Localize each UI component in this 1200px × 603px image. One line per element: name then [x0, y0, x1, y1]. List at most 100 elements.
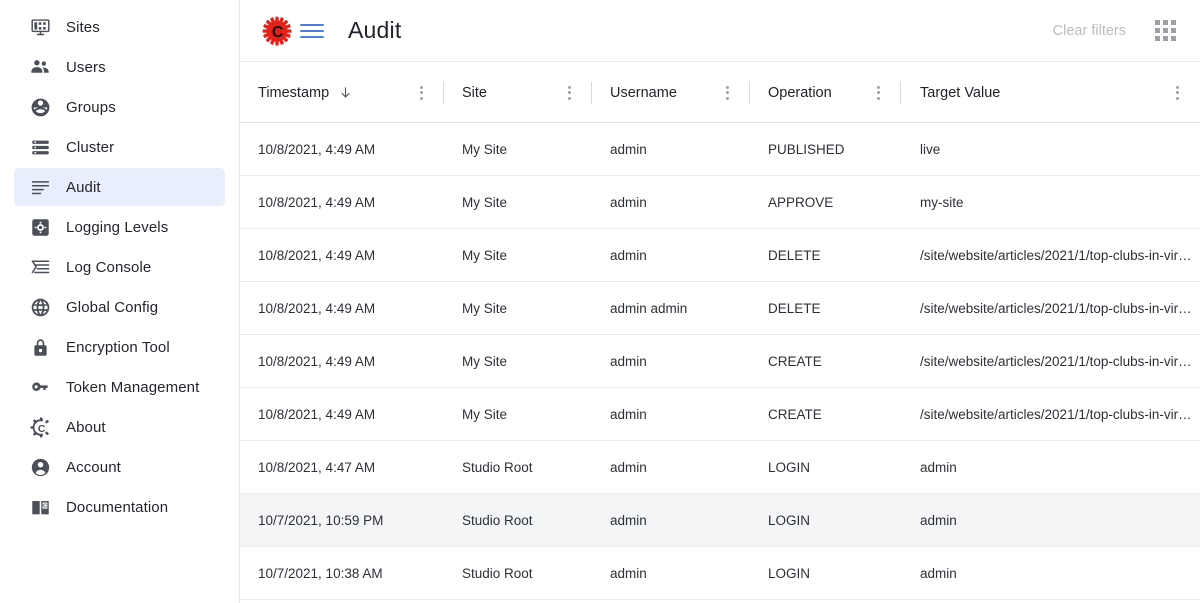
sidebar-item-sites[interactable]: Sites [14, 8, 225, 46]
column-menu-icon[interactable] [1173, 82, 1182, 104]
table-row[interactable]: 10/8/2021, 4:49 AM My Site admin PUBLISHED l… [240, 123, 1200, 176]
cell-username: admin [610, 566, 647, 581]
column-menu-icon[interactable] [874, 82, 883, 104]
sidebar-item-audit[interactable]: Audit [14, 168, 225, 206]
column-header-label[interactable]: Timestamp [258, 85, 329, 101]
sidebar-item-label: Groups [66, 98, 116, 116]
audit-table: Timestamp Site Username Operation Target Val… [240, 62, 1200, 603]
sidebar-item-groups[interactable]: Groups [14, 88, 225, 126]
sidebar-item-token-management[interactable]: Token Management [14, 368, 225, 406]
cell-timestamp: 10/8/2021, 4:47 AM [258, 460, 376, 475]
table-row[interactable]: 10/7/2021, 10:59 PM Studio Root admin LOGIN… [240, 494, 1200, 547]
arrow-down-icon[interactable] [338, 85, 353, 100]
sidebar-item-label: Global Config [66, 298, 159, 316]
cell-site: Studio Root [462, 460, 533, 475]
cell-site: My Site [462, 354, 508, 369]
clear-filters-button[interactable]: Clear filters [1045, 17, 1134, 45]
documentation-icon: C [28, 495, 52, 519]
table-row[interactable]: 10/8/2021, 4:49 AM My Site admin APPROVE my-… [240, 176, 1200, 229]
column-header-operation[interactable]: Operation [750, 62, 901, 123]
column-header-site[interactable]: Site [444, 62, 592, 123]
cell-operation: LOGIN [768, 566, 811, 581]
cell-target-value: /site/website/articles/2021/1/top-clubs-… [920, 354, 1192, 369]
sidebar-item-log-console[interactable]: Log Console [14, 248, 225, 286]
main-content: C Audit Clear filters Timestamp Site Usern… [240, 0, 1200, 603]
sidebar-item-encryption-tool[interactable]: Encryption Tool [14, 328, 225, 366]
log-console-icon [28, 255, 52, 279]
sidebar: Sites Users Groups Cluster Audit Logging Leve… [0, 0, 240, 603]
sidebar-item-users[interactable]: Users [14, 48, 225, 86]
crafter-gear-c-logo-icon[interactable]: C [262, 16, 292, 46]
sidebar-item-about[interactable]: C About [14, 408, 225, 446]
cell-target-value: my-site [920, 195, 964, 210]
sidebar-item-label: Users [66, 58, 106, 76]
cell-site: My Site [462, 407, 508, 422]
table-row[interactable]: 10/8/2021, 4:49 AM My Site admin admin DELE… [240, 282, 1200, 335]
cell-timestamp: 10/7/2021, 10:59 PM [258, 513, 384, 528]
cell-timestamp: 10/8/2021, 4:49 AM [258, 142, 376, 157]
cell-target-value: admin [920, 460, 957, 475]
cell-username: admin [610, 248, 647, 263]
table-row[interactable]: 10/8/2021, 4:47 AM Studio Root admin LOGIN a… [240, 441, 1200, 494]
hamburger-menu-icon[interactable] [300, 19, 324, 43]
column-menu-icon[interactable] [417, 82, 426, 104]
cell-site: Studio Root [462, 566, 533, 581]
sidebar-item-documentation[interactable]: C Documentation [14, 488, 225, 526]
sidebar-item-label: Audit [66, 178, 101, 196]
column-header-target-value[interactable]: Target Value [901, 62, 1200, 123]
cell-username: admin [610, 354, 647, 369]
cell-target-value: live [920, 142, 941, 157]
sidebar-item-label: Log Console [66, 258, 152, 276]
cell-operation: LOGIN [768, 460, 811, 475]
sites-icon [28, 15, 52, 39]
sidebar-item-label: Encryption Tool [66, 338, 170, 356]
cell-site: My Site [462, 248, 508, 263]
column-menu-icon[interactable] [723, 82, 732, 104]
cell-operation: CREATE [768, 407, 822, 422]
cell-site: My Site [462, 195, 508, 210]
global-config-icon [28, 295, 52, 319]
sidebar-item-label: Token Management [66, 378, 200, 396]
column-header-username[interactable]: Username [592, 62, 750, 123]
sidebar-nav-list: Sites Users Groups Cluster Audit Logging Leve… [0, 8, 239, 526]
cell-username: admin [610, 460, 647, 475]
table-row[interactable]: 10/8/2021, 4:49 AM My Site admin CREATE/sit… [240, 388, 1200, 441]
cell-operation: DELETE [768, 301, 821, 316]
cell-operation: PUBLISHED [768, 142, 845, 157]
cell-timestamp: 10/8/2021, 4:49 AM [258, 407, 376, 422]
cell-target-value: /site/website/articles/2021/1/top-clubs-… [920, 248, 1192, 263]
token-management-icon [28, 375, 52, 399]
cell-username: admin admin [610, 301, 688, 316]
column-menu-icon[interactable] [565, 82, 574, 104]
apps-grid-icon[interactable] [1148, 14, 1182, 48]
sidebar-item-account[interactable]: Account [14, 448, 225, 486]
cell-timestamp: 10/8/2021, 4:49 AM [258, 248, 376, 263]
sidebar-item-label: Documentation [66, 498, 169, 516]
cell-timestamp: 10/8/2021, 4:49 AM [258, 301, 376, 316]
app-root: Sites Users Groups Cluster Audit Logging Leve… [0, 0, 1200, 603]
cell-target-value: admin [920, 566, 957, 581]
table-row[interactable]: 10/7/2021, 10:38 AM Studio Root admin LOGIN… [240, 547, 1200, 600]
svg-text:C: C [42, 503, 46, 509]
sidebar-item-global-config[interactable]: Global Config [14, 288, 225, 326]
cell-username: admin [610, 513, 647, 528]
cell-site: My Site [462, 142, 508, 157]
cell-target-value: /site/website/articles/2021/1/top-clubs-… [920, 301, 1192, 316]
account-icon [28, 455, 52, 479]
table-row[interactable]: 10/8/2021, 4:49 AM My Site admin DELETE/sit… [240, 229, 1200, 282]
table-body: 10/8/2021, 4:49 AM My Site admin PUBLISHED l… [240, 123, 1200, 600]
table-row[interactable]: 10/8/2021, 4:49 AM My Site admin CREATE/sit… [240, 335, 1200, 388]
cell-operation: APPROVE [768, 195, 834, 210]
column-header-label[interactable]: Username [610, 85, 677, 101]
column-header-label[interactable]: Site [462, 85, 487, 101]
cell-username: admin [610, 142, 647, 157]
sidebar-item-logging-levels[interactable]: Logging Levels [14, 208, 225, 246]
column-header-label[interactable]: Operation [768, 85, 832, 101]
column-header-label[interactable]: Target Value [920, 85, 1000, 101]
cell-username: admin [610, 195, 647, 210]
sidebar-item-cluster[interactable]: Cluster [14, 128, 225, 166]
svg-text:C: C [37, 422, 45, 434]
cell-target-value: /site/website/articles/2021/1/top-clubs-… [920, 407, 1192, 422]
sidebar-item-label: Cluster [66, 138, 115, 156]
column-header-timestamp[interactable]: Timestamp [240, 62, 444, 123]
